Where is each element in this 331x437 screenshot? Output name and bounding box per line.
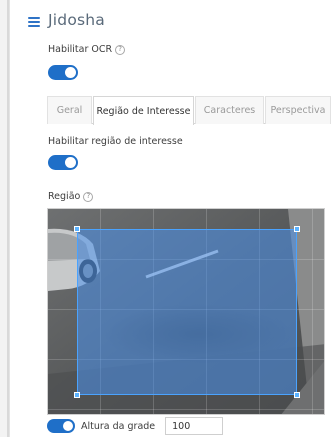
help-icon[interactable]: ? [115, 44, 126, 55]
tab-caracteres[interactable]: Caracteres [195, 96, 264, 124]
ocr-label-row: Habilitar OCR ? [48, 44, 126, 55]
grid-settings-row: Altura da grade [47, 416, 224, 436]
roi-handle-top-right[interactable] [294, 226, 300, 232]
tab-bar: Geral Região de Interesse Caracteres Per… [47, 96, 331, 125]
left-rail [0, 0, 10, 437]
tab-geral[interactable]: Geral [47, 96, 92, 124]
grid-height-input[interactable] [165, 417, 224, 435]
toggle-knob [63, 421, 73, 431]
region-label: Região [48, 191, 81, 202]
toggle-knob [65, 67, 76, 78]
roi-label-row: Habilitar região de interesse [48, 136, 183, 147]
page-title: Jidosha [48, 11, 105, 29]
rail-divider [7, 0, 9, 437]
roi-handle-top-left[interactable] [74, 226, 80, 232]
list-icon[interactable] [28, 17, 40, 27]
roi-toggle[interactable] [48, 155, 78, 170]
grid-line [312, 209, 313, 414]
region-camera-view[interactable] [47, 208, 325, 415]
roi-handle-bottom-right[interactable] [294, 392, 300, 398]
region-label-row: Região ? [48, 191, 94, 202]
ocr-toggle[interactable] [48, 65, 78, 80]
help-circle-icon[interactable]: ? [83, 191, 94, 202]
ocr-label: Habilitar OCR [48, 44, 113, 55]
roi-enable-label: Habilitar região de interesse [48, 136, 183, 147]
roi-rectangle[interactable] [74, 226, 300, 398]
grid-line [48, 409, 324, 410]
tab-regiao-de-interesse[interactable]: Região de Interesse [93, 96, 194, 125]
roi-handle-bottom-left[interactable] [74, 392, 80, 398]
grid-height-label: Altura da grade [81, 420, 156, 432]
tab-perspectiva[interactable]: Perspectiva [265, 96, 331, 124]
toggle-knob [65, 157, 76, 168]
grid-toggle[interactable] [47, 419, 75, 433]
